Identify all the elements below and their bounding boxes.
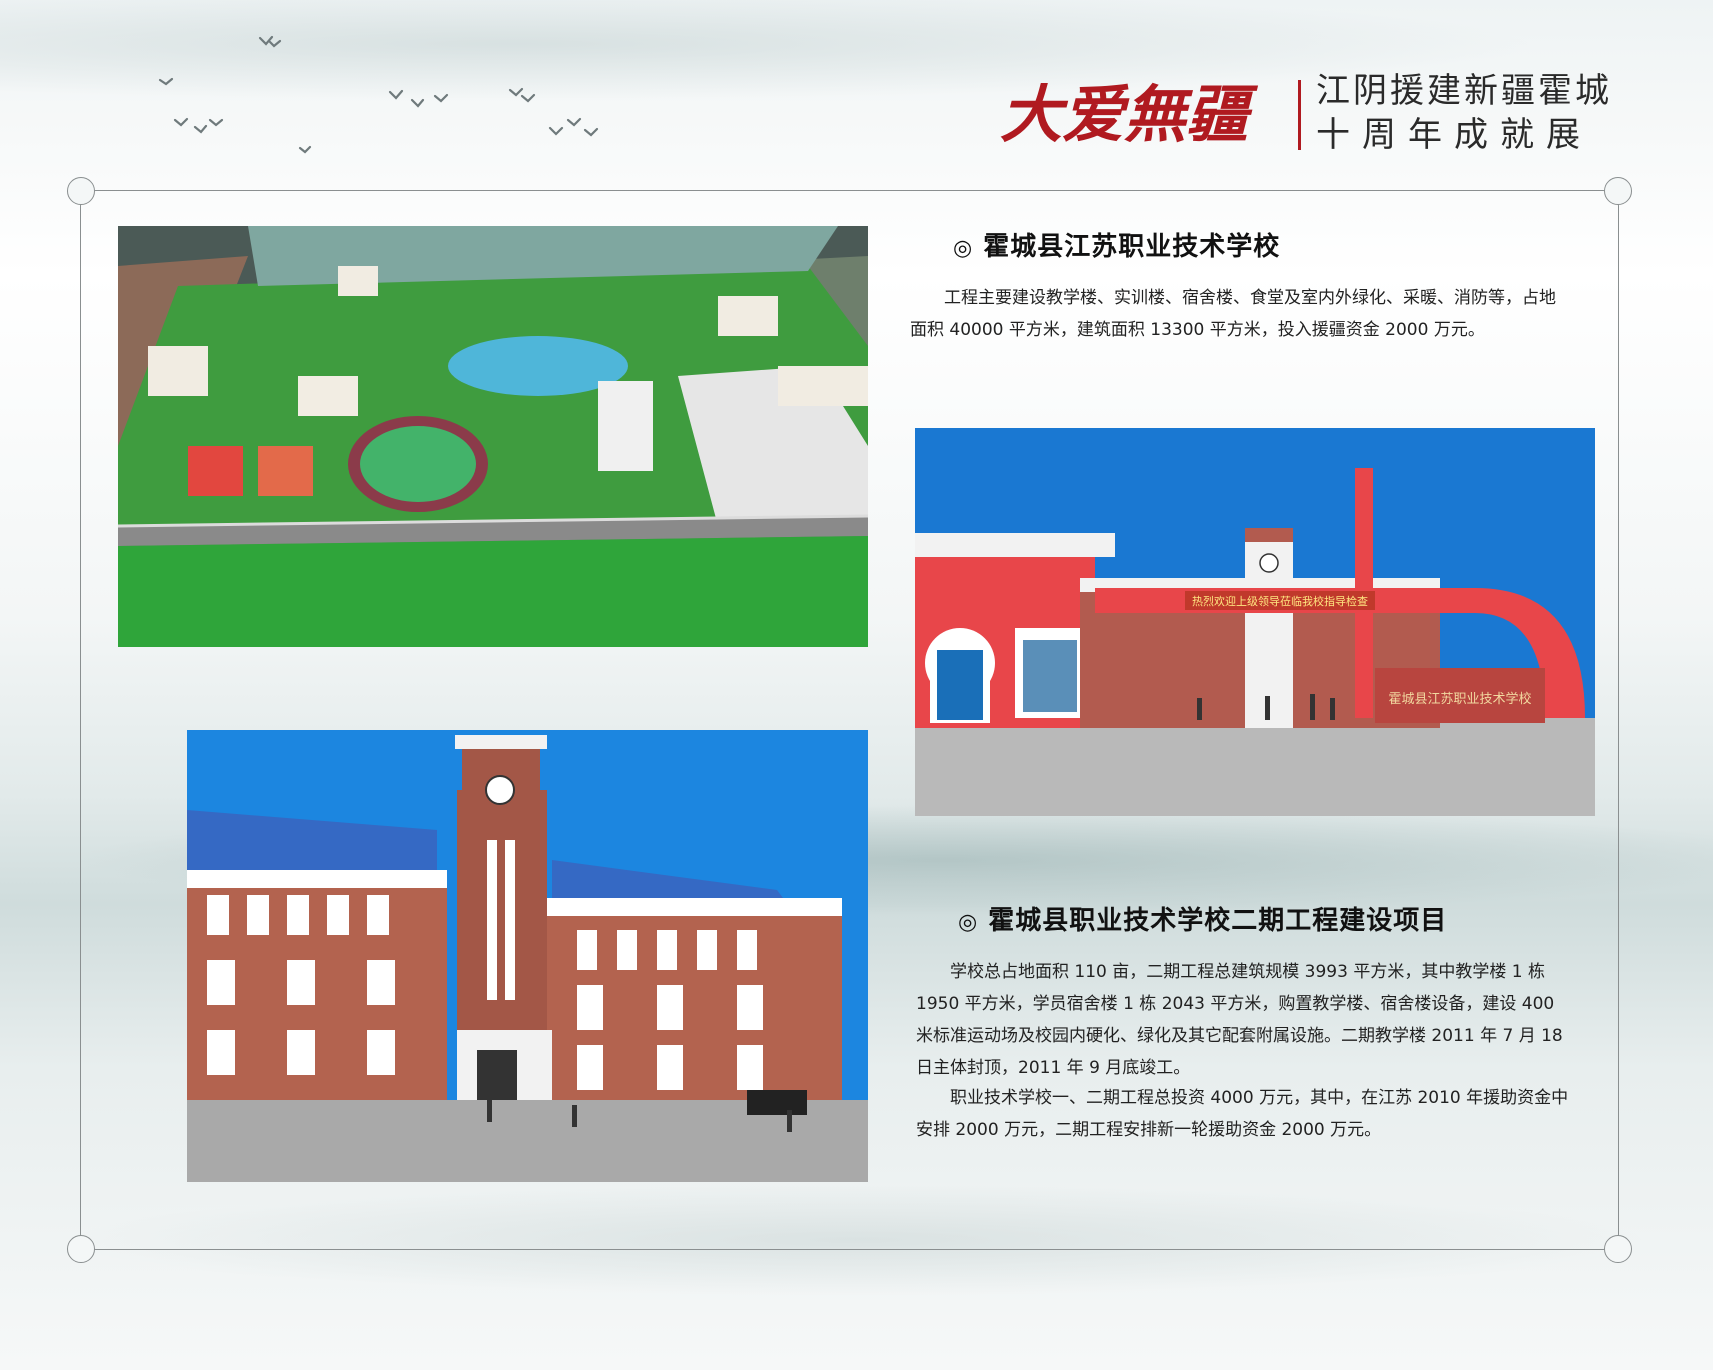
- brand-calligraphy-text: 大爱無疆: [1000, 78, 1259, 151]
- section-body-paragraph: 职业技术学校一、二期工程总投资 4000 万元，其中，在江苏 2010 年援助资…: [916, 1088, 1569, 1140]
- frame-corner-ornament: [67, 177, 95, 205]
- section-title-jiangsu-vocational-school: ◎ 霍城县江苏职业技术学校: [953, 226, 1280, 263]
- exhibition-header: 大爱無疆 江阴援建新疆霍城 十周年成就展: [1000, 70, 1620, 160]
- section-title-text: 霍城县江苏职业技术学校: [983, 232, 1281, 262]
- section-body-paragraph: 学校总占地面积 110 亩，二期工程总建筑规模 3993 平方米，其中教学楼 1…: [916, 962, 1563, 1078]
- section-marker-icon: ◎: [958, 910, 979, 935]
- campus-model-photo: [118, 226, 868, 647]
- gate-sign-text: 霍城县江苏职业技术学校: [1388, 691, 1531, 707]
- brand-calligraphy-logo: 大爱無疆: [1000, 78, 1259, 151]
- flying-birds-decoration: [158, 35, 599, 154]
- exhibition-subtitle-line1: 江阴援建新疆霍城: [1316, 71, 1612, 111]
- frame-corner-ornament: [1604, 177, 1632, 205]
- frame-corner-ornament: [1604, 1235, 1632, 1263]
- school-gate-photo: 热烈欢迎上级领导莅临我校指导检查 霍城县江苏职业技术学校: [915, 428, 1595, 816]
- section-body-paragraph: 工程主要建设教学楼、实训楼、宿舍楼、食堂及室内外绿化、采暖、消防等，占地面积 4…: [910, 288, 1556, 340]
- section-title-phase-two-project: ◎ 霍城县职业技术学校二期工程建设项目: [958, 900, 1447, 937]
- header-divider: [1298, 80, 1301, 150]
- section-marker-icon: ◎: [953, 236, 974, 261]
- exhibition-subtitle-line2: 十周年成就展: [1316, 115, 1592, 155]
- section-title-text: 霍城县职业技术学校二期工程建设项目: [988, 906, 1448, 936]
- teaching-building-photo: [187, 730, 868, 1182]
- frame-corner-ornament: [67, 1235, 95, 1263]
- gate-banner-text: 热烈欢迎上级领导莅临我校指导检查: [1192, 594, 1368, 608]
